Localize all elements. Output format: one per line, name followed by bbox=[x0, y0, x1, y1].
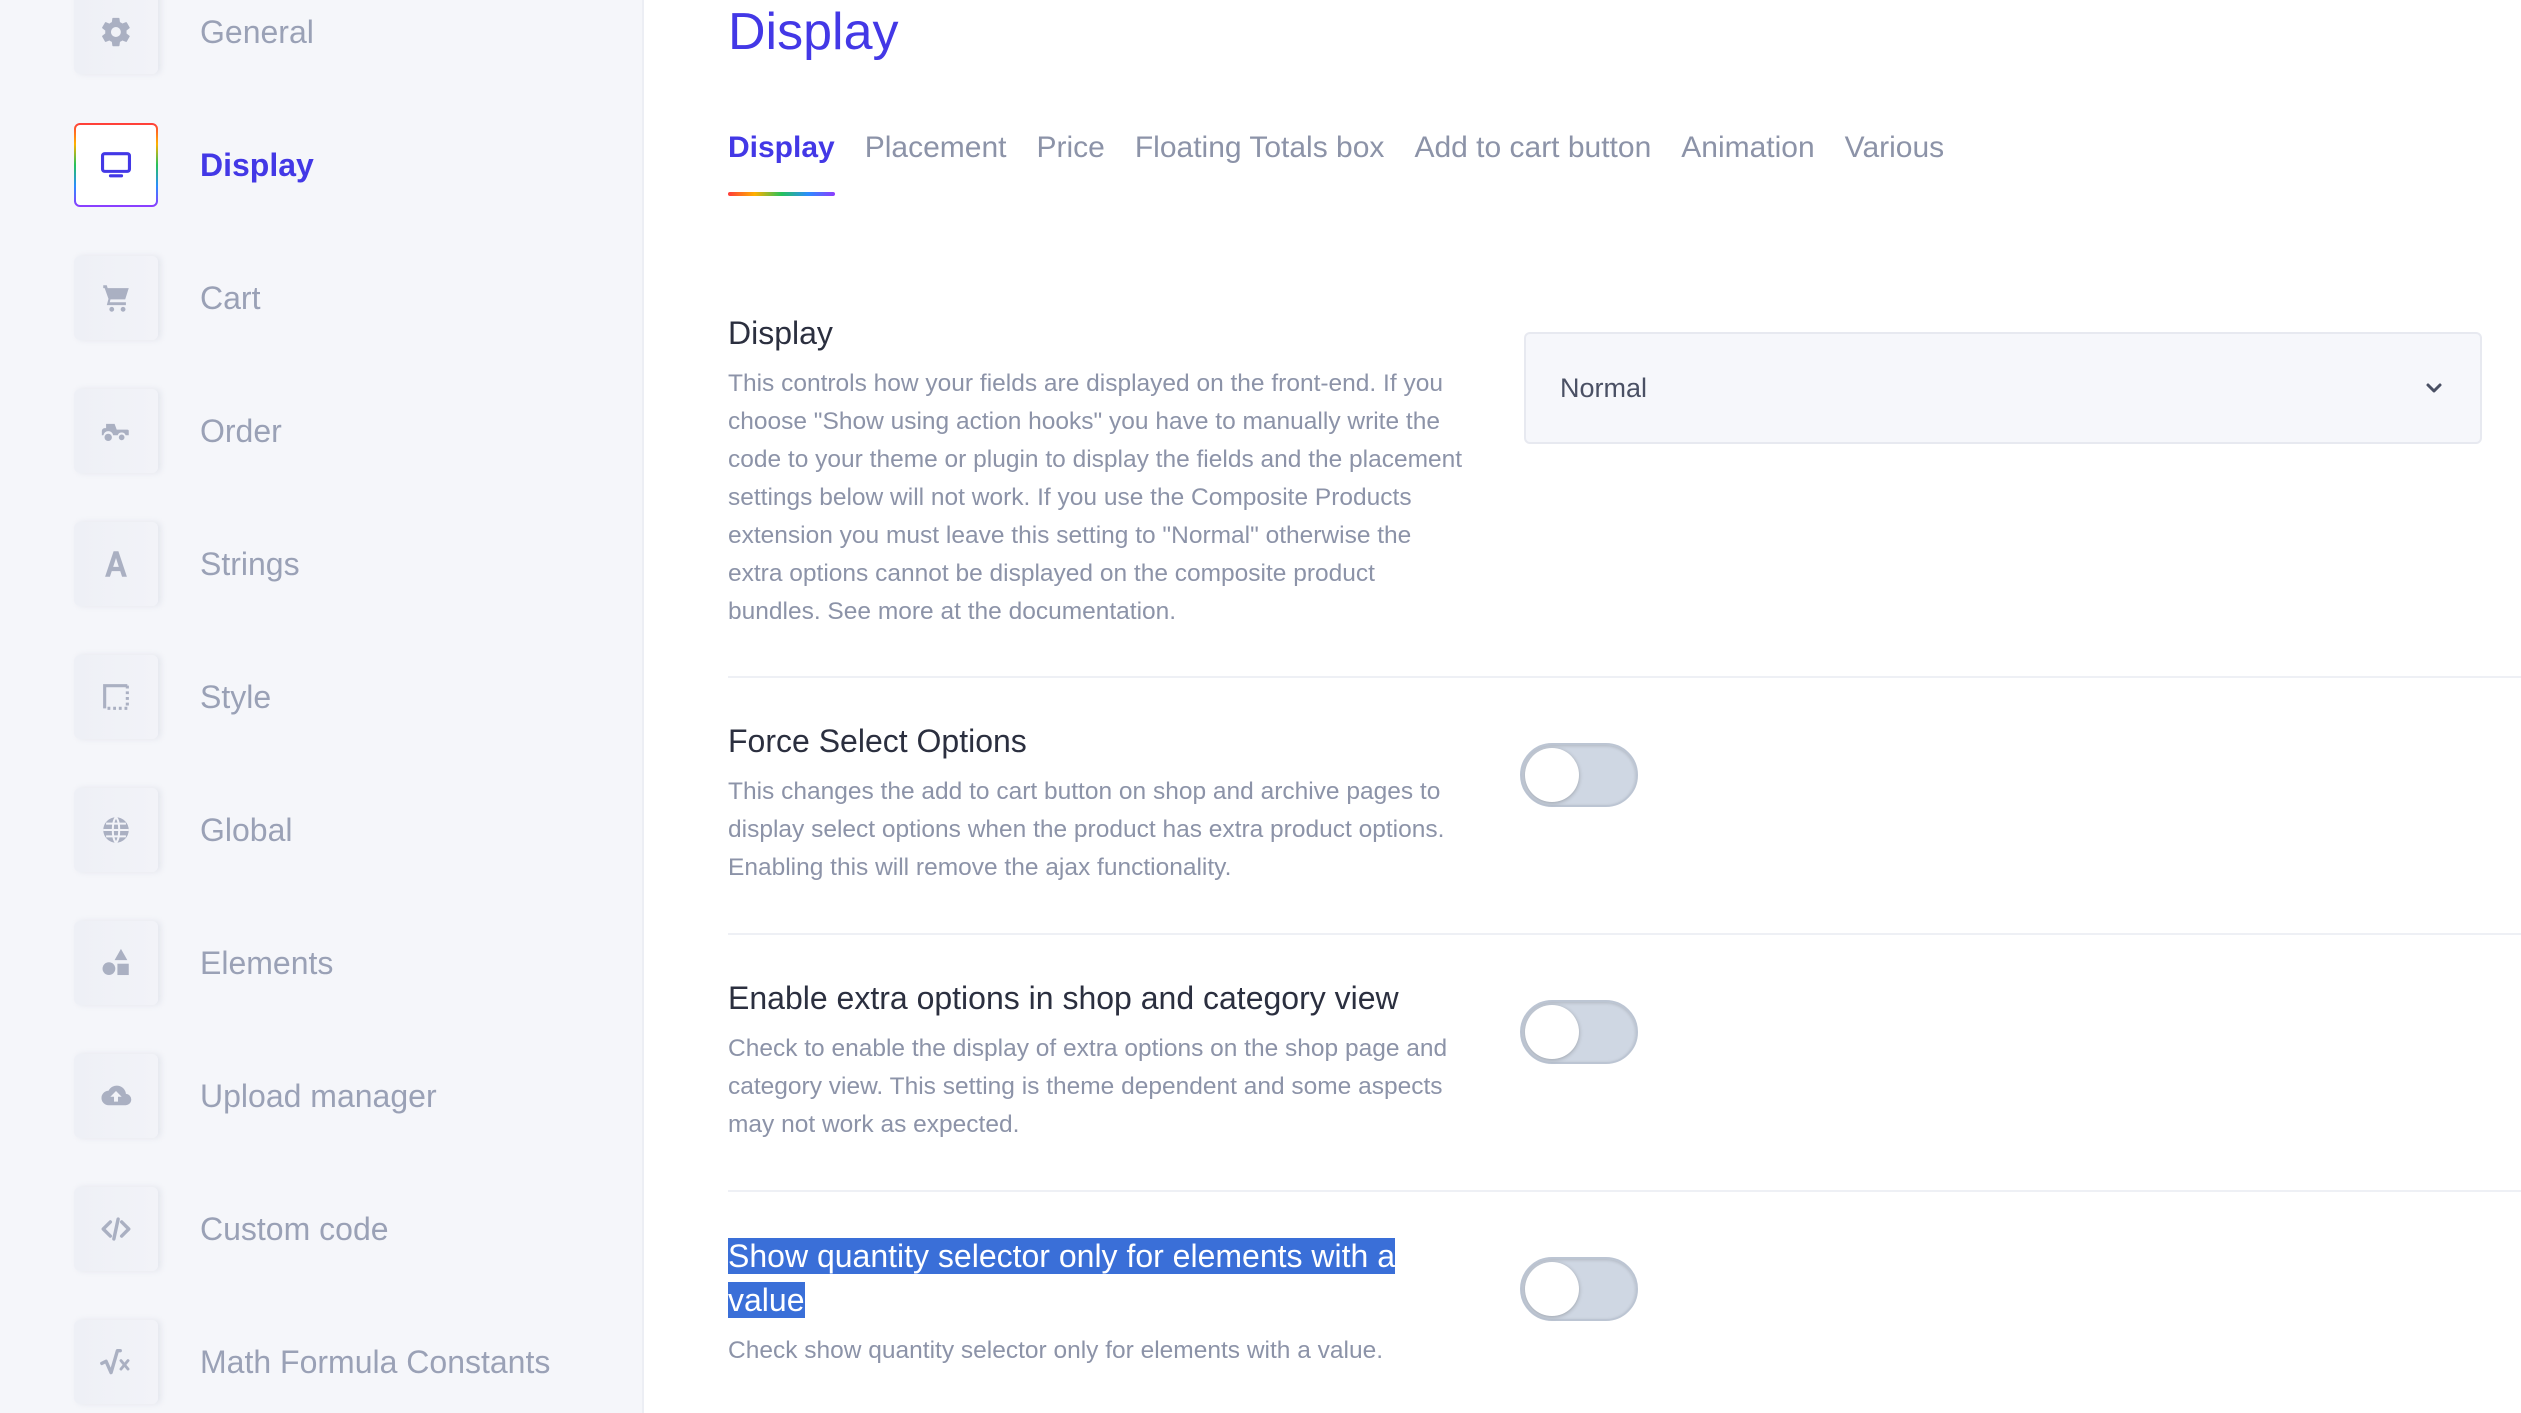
divider bbox=[728, 933, 2521, 935]
globe-icon bbox=[74, 788, 158, 872]
sidebar-item-label: Order bbox=[200, 412, 282, 449]
toggle-knob bbox=[1525, 1262, 1579, 1316]
sidebar-item-global[interactable]: Global bbox=[74, 788, 634, 872]
sidebar-item-upload-manager[interactable]: Upload manager bbox=[74, 1054, 634, 1138]
select-value: Normal bbox=[1560, 372, 1648, 403]
setting-force-select-options: Force Select Options This changes the ad… bbox=[728, 719, 2521, 887]
sidebar-item-cart[interactable]: Cart bbox=[74, 256, 634, 340]
toggle-knob bbox=[1525, 748, 1579, 802]
toggle-knob bbox=[1525, 1005, 1579, 1059]
sidebar-item-label: Display bbox=[200, 146, 314, 183]
tab-various[interactable]: Various bbox=[1845, 126, 1945, 186]
enable-extra-options-toggle[interactable] bbox=[1520, 1000, 1638, 1064]
tractor-icon bbox=[74, 389, 158, 473]
setting-title: Display bbox=[728, 315, 833, 351]
sidebar-item-label: Style bbox=[200, 678, 272, 715]
setting-enable-extra-options: Enable extra options in shop and categor… bbox=[728, 976, 2521, 1144]
letter-a-icon bbox=[74, 522, 158, 606]
setting-title: Show quantity selector only for elements… bbox=[728, 1234, 1468, 1322]
chevron-down-icon bbox=[2422, 376, 2446, 400]
monitor-icon bbox=[74, 123, 158, 207]
sidebar-item-general[interactable]: General bbox=[74, 0, 634, 74]
page-title: Display bbox=[728, 3, 899, 61]
sidebar-item-label: Custom code bbox=[200, 1210, 389, 1247]
setting-description: This controls how your fields are displa… bbox=[728, 370, 1463, 625]
sidebar-item-label: Math Formula Constants bbox=[200, 1343, 551, 1380]
main-content: Display Display Placement Price Floating… bbox=[728, 0, 2521, 1413]
sidebar-item-elements[interactable]: Elements bbox=[74, 921, 634, 1005]
divider bbox=[728, 676, 2521, 678]
display-mode-select[interactable]: Normal bbox=[1524, 332, 2482, 444]
sidebar-item-label: Strings bbox=[200, 545, 300, 582]
cloud-upload-icon bbox=[74, 1054, 158, 1138]
sidebar-item-custom-code[interactable]: Custom code bbox=[74, 1187, 634, 1271]
tab-add-to-cart-button[interactable]: Add to cart button bbox=[1414, 126, 1651, 186]
sidebar-item-label: Global bbox=[200, 811, 293, 848]
square-root-icon bbox=[74, 1320, 158, 1404]
sidebar-item-label: General bbox=[200, 13, 314, 50]
show-quantity-selector-toggle[interactable] bbox=[1520, 1257, 1638, 1321]
setting-description: Check to enable the display of extra opt… bbox=[728, 1035, 1448, 1138]
sidebar-item-order[interactable]: Order bbox=[74, 389, 634, 473]
setting-description: This changes the add to cart button on s… bbox=[728, 778, 1445, 881]
sidebar-item-label: Upload manager bbox=[200, 1077, 437, 1114]
shapes-icon bbox=[74, 921, 158, 1005]
tab-price[interactable]: Price bbox=[1036, 126, 1104, 186]
setting-title: Force Select Options bbox=[728, 723, 1027, 759]
sidebar-item-math-formula-constants[interactable]: Math Formula Constants bbox=[74, 1320, 634, 1404]
sidebar: General Display Cart Order Strings Style bbox=[0, 0, 644, 1413]
cart-icon bbox=[74, 256, 158, 340]
force-select-options-toggle[interactable] bbox=[1520, 743, 1638, 807]
setting-description: Check show quantity selector only for el… bbox=[728, 1337, 1384, 1364]
tab-bar: Display Placement Price Floating Totals … bbox=[728, 126, 1974, 196]
tab-floating-totals-box[interactable]: Floating Totals box bbox=[1135, 126, 1385, 186]
sidebar-item-label: Elements bbox=[200, 944, 334, 981]
code-icon bbox=[74, 1187, 158, 1271]
sidebar-item-style[interactable]: Style bbox=[74, 655, 634, 739]
tab-animation[interactable]: Animation bbox=[1681, 126, 1814, 186]
style-frame-icon bbox=[74, 655, 158, 739]
tab-display[interactable]: Display bbox=[728, 126, 835, 196]
setting-title: Enable extra options in shop and categor… bbox=[728, 980, 1399, 1016]
sidebar-item-display[interactable]: Display bbox=[74, 123, 634, 207]
sidebar-item-strings[interactable]: Strings bbox=[74, 522, 634, 606]
gear-icon bbox=[74, 0, 158, 74]
selected-text: Show quantity selector only for elements… bbox=[728, 1238, 1395, 1318]
tab-placement[interactable]: Placement bbox=[865, 126, 1007, 186]
sidebar-item-label: Cart bbox=[200, 279, 261, 316]
divider bbox=[728, 1190, 2521, 1192]
